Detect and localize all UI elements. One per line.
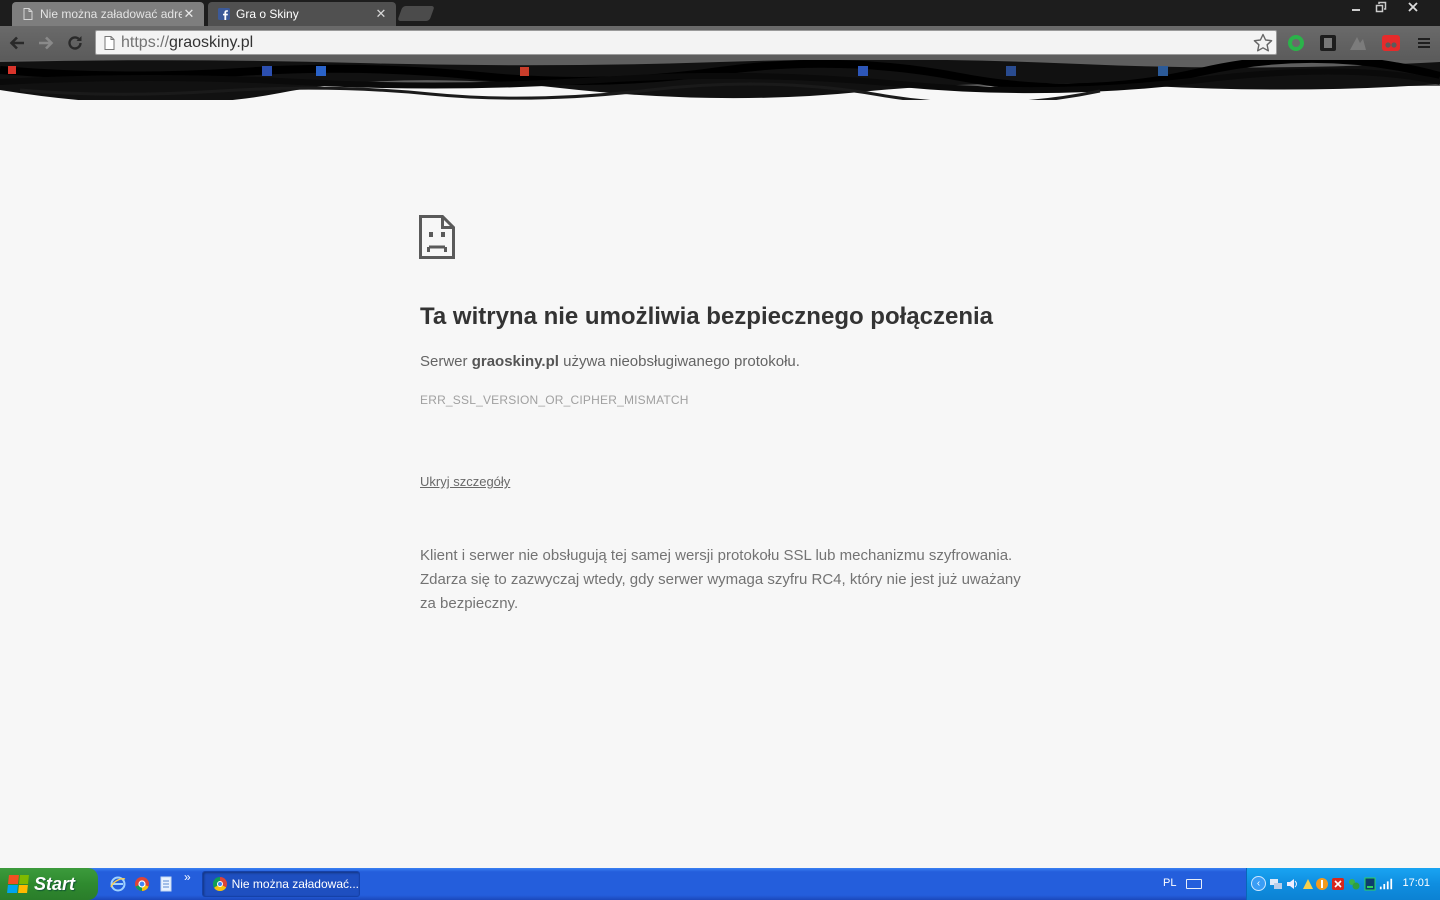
close-window-icon[interactable] <box>1400 0 1426 18</box>
facebook-icon <box>218 7 230 21</box>
close-tab-icon[interactable]: ✕ <box>182 6 196 22</box>
keyboard-icon[interactable] <box>1186 879 1202 889</box>
extension-box-icon[interactable] <box>1318 33 1338 53</box>
signal-strength-icon[interactable] <box>1379 877 1393 891</box>
taskbar-item-chrome[interactable]: Nie można załadować... <box>202 871 360 897</box>
antivirus-icon[interactable] <box>1315 877 1329 891</box>
restore-icon[interactable] <box>1368 0 1394 18</box>
network-icon[interactable] <box>1269 877 1283 891</box>
address-bar[interactable]: https://graoskiny.pl <box>95 30 1277 55</box>
monitor-icon[interactable] <box>1363 877 1377 891</box>
chrome-menu-icon[interactable] <box>1414 33 1434 53</box>
extension-leaf-icon[interactable] <box>1348 33 1368 53</box>
forward-arrow-icon <box>39 36 54 50</box>
tab-label: Gra o Skiny <box>236 7 299 21</box>
error-host: graoskiny.pl <box>471 353 559 370</box>
quicklaunch-more-icon[interactable]: » <box>184 870 191 884</box>
forward-button[interactable] <box>34 26 58 60</box>
tab-gra-o-skiny[interactable]: Gra o Skiny ✕ <box>208 2 396 26</box>
chrome-icon <box>213 877 227 891</box>
internet-explorer-icon[interactable] <box>110 876 126 892</box>
start-button[interactable]: Start <box>0 868 98 900</box>
start-label: Start <box>34 873 76 894</box>
clock: 17:01 <box>1402 877 1430 889</box>
page-info-icon[interactable] <box>104 36 115 50</box>
document-icon <box>22 7 34 21</box>
show-hidden-icons-icon[interactable]: ‹ <box>1251 876 1266 891</box>
error-title: Ta witryna nie umożliwia bezpiecznego po… <box>420 303 994 330</box>
taskbar-item-label: Nie można załadować... <box>231 877 359 891</box>
address-url: https://graoskiny.pl <box>121 34 254 51</box>
notepad-icon[interactable] <box>158 876 174 892</box>
chrome-icon[interactable] <box>134 876 150 892</box>
reload-icon <box>68 36 82 50</box>
sad-document-icon <box>419 215 455 259</box>
browser-toolbar: https://graoskiny.pl <box>0 26 1440 60</box>
hide-details-link[interactable]: Ukryj szczegóły <box>420 474 510 489</box>
close-tab-icon[interactable]: ✕ <box>374 6 388 22</box>
taskbar: Start » Nie można załadować... PL ‹ 17:0… <box>0 868 1440 900</box>
windows-logo-icon <box>7 875 29 893</box>
error-explanation: Klient i serwer nie obsługują tej samej … <box>420 547 1021 612</box>
system-tray: ‹ 17:01 <box>1246 868 1440 900</box>
bookmarks-bar-redacted <box>0 54 1440 106</box>
error-summary: Serwer graoskiny.pl używa nieobsługiwane… <box>420 353 800 370</box>
error-page: Ta witryna nie umożliwia bezpiecznego po… <box>0 100 1440 868</box>
extension-green-icon[interactable] <box>1286 33 1306 53</box>
tab-label: Nie można załadować adresu <box>40 7 182 21</box>
error-code: ERR_SSL_VERSION_OR_CIPHER_MISMATCH <box>420 393 689 407</box>
browser-titlebar: Nie można załadować adresu ✕ Gra o Skiny… <box>0 0 1440 26</box>
messenger-icon[interactable] <box>1347 877 1361 891</box>
back-button[interactable] <box>5 26 29 60</box>
minimize-icon[interactable] <box>1343 0 1369 18</box>
back-arrow-icon <box>9 36 24 50</box>
new-tab-button[interactable] <box>397 6 435 21</box>
security-alert-icon[interactable] <box>1331 877 1345 891</box>
reload-button[interactable] <box>63 26 87 60</box>
bookmark-star-icon[interactable] <box>1252 32 1274 54</box>
tray-app-icon[interactable] <box>1301 877 1315 891</box>
language-indicator[interactable]: PL <box>1163 877 1176 889</box>
tab-error-page[interactable]: Nie można załadować adresu ✕ <box>12 2 204 26</box>
extension-red-icon[interactable] <box>1381 33 1401 53</box>
volume-icon[interactable] <box>1285 877 1299 891</box>
